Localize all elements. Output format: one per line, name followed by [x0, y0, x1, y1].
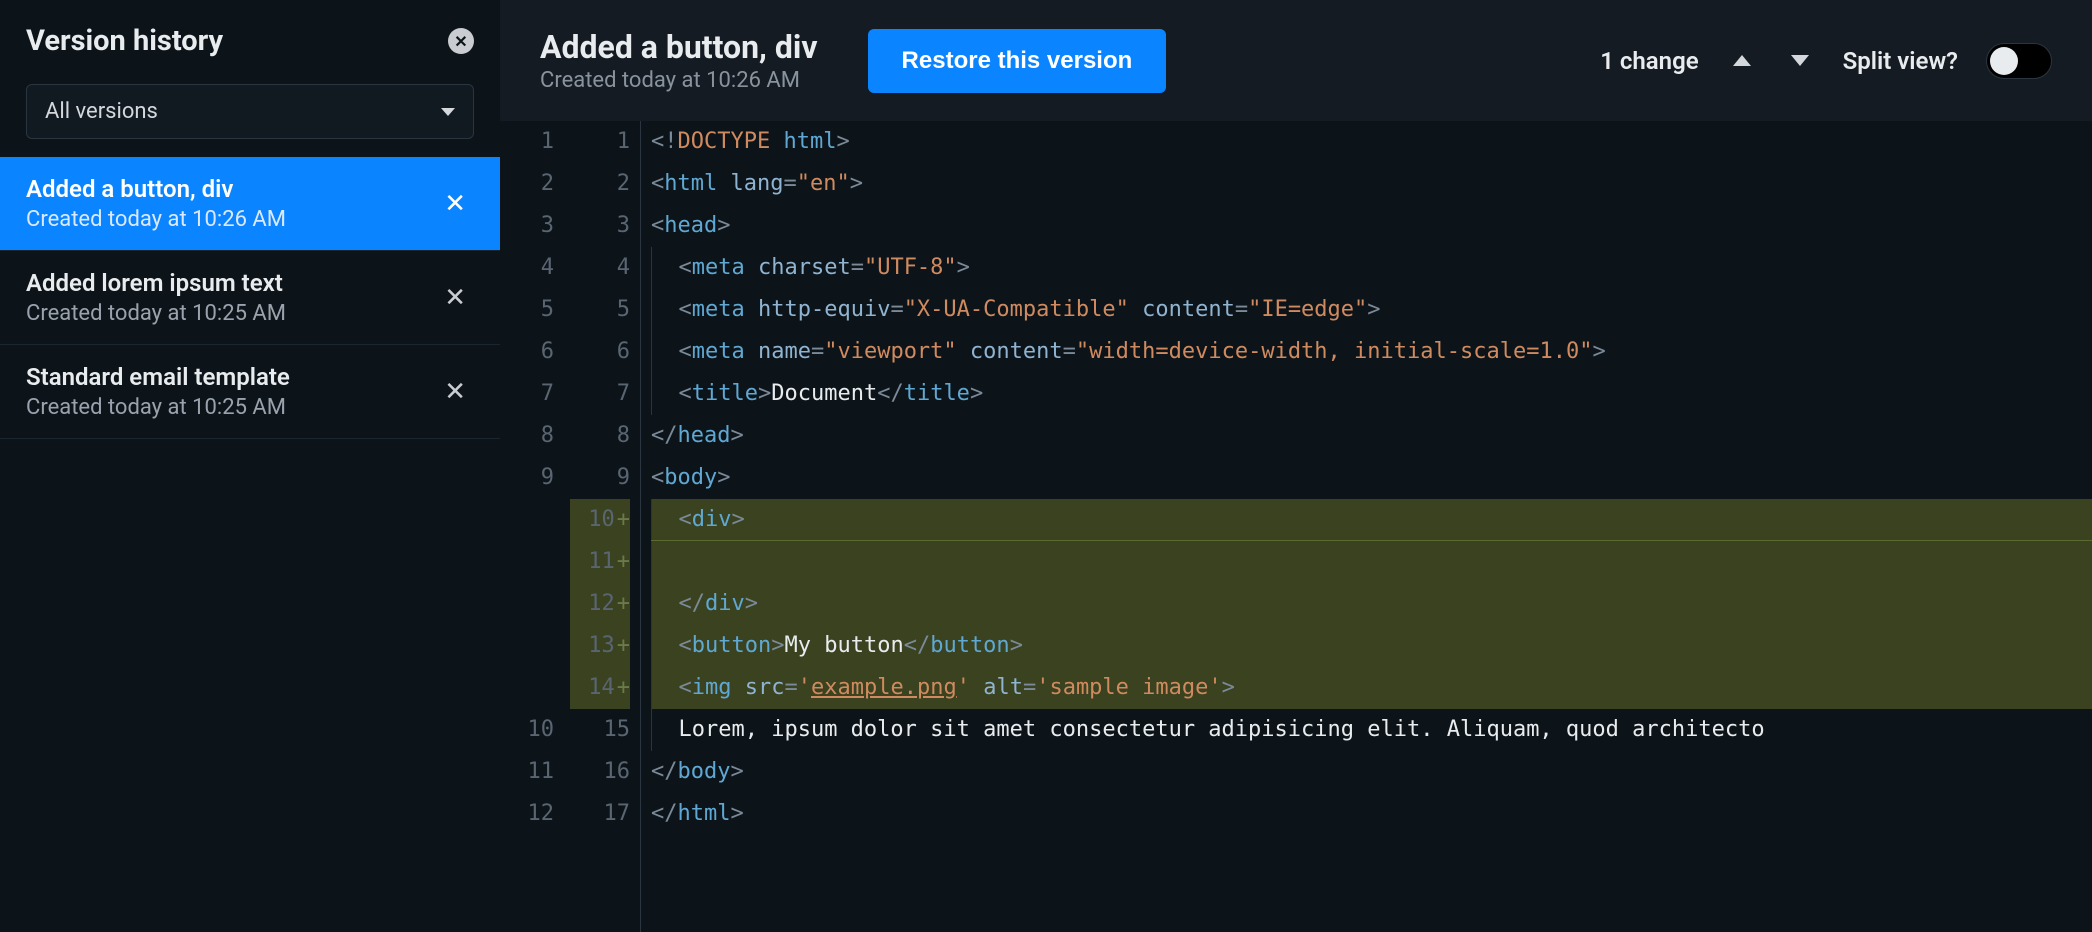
gutter-line-number-left [500, 667, 554, 709]
gutter-line-number-right: 13 [570, 625, 630, 667]
code-line: Lorem, ipsum dolor sit amet consectetur … [651, 709, 2092, 751]
sidebar-title: Version history [26, 24, 223, 58]
code-line: <meta charset="UTF-8"> [651, 247, 2092, 289]
gutter-line-number-right: 12 [570, 583, 630, 625]
version-list: Added a button, div Created today at 10:2… [0, 157, 500, 439]
gutter-line-number-right: 8 [570, 415, 630, 457]
gutter-line-number-right: 10 [570, 499, 630, 541]
chevron-down-icon [441, 108, 455, 116]
gutter-line-number-right: 6 [570, 331, 630, 373]
gutter-line-number-left [500, 541, 554, 583]
restore-version-button[interactable]: Restore this version [868, 29, 1167, 93]
gutter-line-number-left: 1 [500, 121, 554, 163]
code-line: <meta http-equiv="X-UA-Compatible" conte… [651, 289, 2092, 331]
gutter-line-number-right: 5 [570, 289, 630, 331]
gutter-line-number-left: 4 [500, 247, 554, 289]
gutter-line-number-left: 12 [500, 793, 554, 835]
next-change-button[interactable] [1785, 49, 1815, 72]
version-date: Created today at 10:26 AM [26, 207, 286, 232]
changes-count-label: 1 change [1600, 47, 1698, 75]
gutter-line-number-right: 9 [570, 457, 630, 499]
gutter-line-number-right: 15 [570, 709, 630, 751]
remove-version-icon[interactable]: ✕ [436, 283, 474, 313]
version-date: Created today at 10:25 AM [26, 395, 290, 420]
gutter-line-number-left: 3 [500, 205, 554, 247]
header-right: 1 change Split view? [1600, 43, 2052, 79]
code-line: <head> [651, 205, 2092, 247]
sidebar-header: Version history ✕ [0, 0, 500, 76]
chevron-up-icon [1733, 55, 1751, 66]
code-line: <div> [651, 499, 2092, 541]
gutter-line-number-right: 17 [570, 793, 630, 835]
remove-version-icon[interactable]: ✕ [436, 377, 474, 407]
code-line: </html> [651, 793, 2092, 835]
code-line: </head> [651, 415, 2092, 457]
gutter-line-number-left [500, 625, 554, 667]
version-item[interactable]: Standard email template Created today at … [0, 345, 500, 439]
gutter-line-number-right: 11 [570, 541, 630, 583]
gutter-line-number-right: 7 [570, 373, 630, 415]
split-view-label: Split view? [1843, 47, 1958, 75]
code-line: </div> [651, 583, 2092, 625]
code-line: <button>My button</button> [651, 625, 2092, 667]
gutter-line-number-right: 1 [570, 121, 630, 163]
code-column: <!DOCTYPE html><html lang="en"><head> <m… [641, 121, 2092, 932]
code-line: <img src='example.png' alt='sample image… [651, 667, 2092, 709]
gutter-line-number-right: 16 [570, 751, 630, 793]
gutter-line-number-right: 4 [570, 247, 630, 289]
gutter-line-number-left: 8 [500, 415, 554, 457]
gutter-line-number-right: 3 [570, 205, 630, 247]
version-name: Standard email template [26, 363, 290, 391]
toggle-knob [1990, 47, 2018, 75]
prev-change-button[interactable] [1727, 49, 1757, 72]
version-name: Added lorem ipsum text [26, 269, 286, 297]
versions-filter-dropdown[interactable]: All versions [26, 84, 474, 139]
gutter-right: 1234567891011121314151617 [570, 121, 640, 932]
gutter-line-number-left: 10 [500, 709, 554, 751]
version-name: Added a button, div [26, 175, 286, 203]
code-line [651, 541, 2092, 583]
code-line: <title>Document</title> [651, 373, 2092, 415]
version-subtitle: Created today at 10:26 AM [540, 68, 818, 93]
diff-viewer[interactable]: 123456789101112 123456789101112131415161… [500, 121, 2092, 932]
gutter-left: 123456789101112 [500, 121, 570, 932]
main-panel: Added a button, div Created today at 10:… [500, 0, 2092, 932]
version-date: Created today at 10:25 AM [26, 301, 286, 326]
main-header: Added a button, div Created today at 10:… [500, 0, 2092, 121]
code-line: <body> [651, 457, 2092, 499]
gutter-line-number-left: 6 [500, 331, 554, 373]
version-item[interactable]: Added lorem ipsum text Created today at 1… [0, 251, 500, 345]
filter-label: All versions [45, 99, 158, 124]
code-line: </body> [651, 751, 2092, 793]
version-item[interactable]: Added a button, div Created today at 10:2… [0, 157, 500, 251]
gutter-line-number-left: 11 [500, 751, 554, 793]
split-view-toggle[interactable] [1986, 43, 2052, 79]
version-title: Added a button, div [540, 28, 818, 66]
gutter-line-number-left: 5 [500, 289, 554, 331]
code-line: <meta name="viewport" content="width=dev… [651, 331, 2092, 373]
gutter-line-number-left: 7 [500, 373, 554, 415]
remove-version-icon[interactable]: ✕ [436, 189, 474, 219]
code-line: <html lang="en"> [651, 163, 2092, 205]
chevron-down-icon [1791, 55, 1809, 66]
code-line: <!DOCTYPE html> [651, 121, 2092, 163]
gutter-line-number-left [500, 499, 554, 541]
gutter-line-number-left [500, 583, 554, 625]
gutter-line-number-left: 2 [500, 163, 554, 205]
gutter-line-number-left: 9 [500, 457, 554, 499]
version-title-block: Added a button, div Created today at 10:… [540, 28, 818, 93]
gutter-line-number-right: 14 [570, 667, 630, 709]
version-history-sidebar: Version history ✕ All versions Added a b… [0, 0, 500, 932]
close-icon[interactable]: ✕ [448, 28, 474, 54]
gutter-line-number-right: 2 [570, 163, 630, 205]
